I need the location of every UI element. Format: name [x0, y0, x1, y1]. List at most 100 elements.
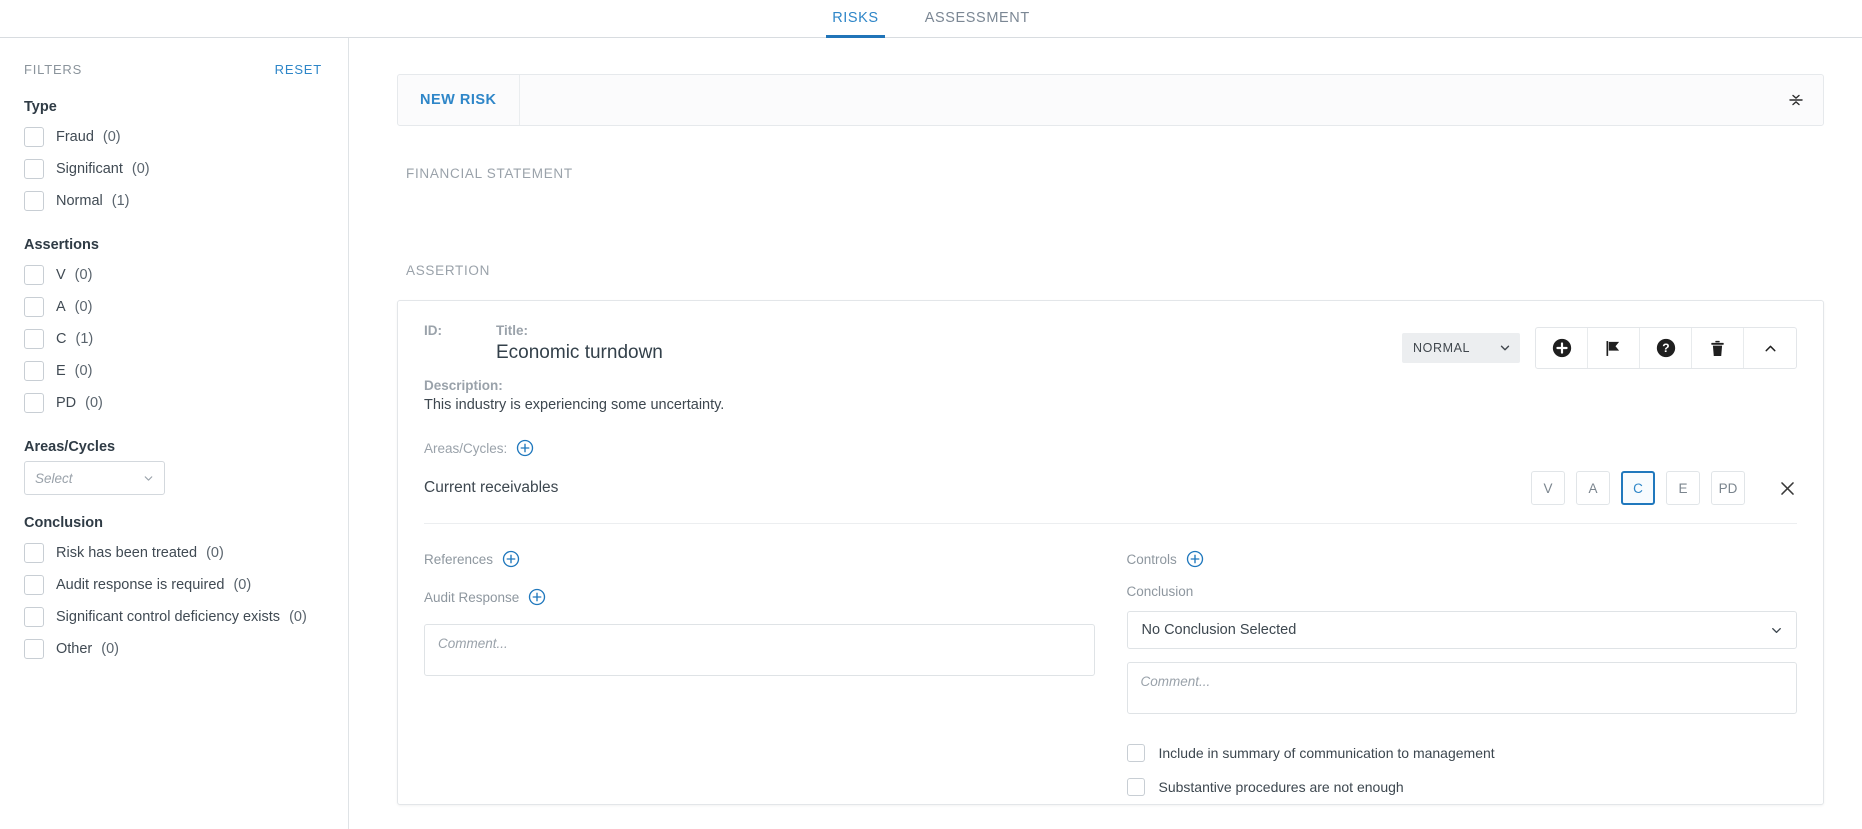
checkbox-icon[interactable]	[24, 265, 44, 285]
flag-icon[interactable]	[1588, 328, 1640, 368]
tab-list: RISKS ASSESSMENT	[826, 10, 1036, 38]
assertion-toggle-a[interactable]: A	[1576, 471, 1610, 505]
areas-cycles-header: Areas/Cycles:	[424, 439, 1797, 457]
areas-cycles-select[interactable]: Select	[24, 461, 165, 495]
filter-assertion-v[interactable]: V (0)	[24, 259, 322, 291]
filter-count: (0)	[85, 395, 103, 411]
assertion-toggle-c[interactable]: C	[1621, 471, 1655, 505]
reset-filters-button[interactable]: RESET	[275, 62, 322, 77]
filter-conclusion-other[interactable]: Other (0)	[24, 633, 322, 665]
checkbox-icon[interactable]	[24, 543, 44, 563]
filter-count: (0)	[289, 609, 307, 625]
assertion-toggle-pd[interactable]: PD	[1711, 471, 1745, 505]
add-control-icon[interactable]	[1186, 550, 1204, 568]
include-in-summary-checkbox-row[interactable]: Include in summary of communication to m…	[1126, 736, 1798, 770]
risk-id-label: ID:	[424, 323, 442, 338]
include-in-summary-label: Include in summary of communication to m…	[1158, 745, 1495, 761]
collapse-icon[interactable]	[1744, 328, 1796, 368]
risk-type-select[interactable]: NORMAL	[1402, 333, 1520, 363]
substantive-procedures-checkbox-row[interactable]: Substantive procedures are not enough	[1126, 770, 1798, 804]
checkbox-icon[interactable]	[24, 639, 44, 659]
risk-description-block: Description: This industry is experienci…	[424, 378, 1402, 413]
checkbox-icon[interactable]	[24, 191, 44, 211]
filter-label: E	[56, 363, 66, 379]
checkbox-icon[interactable]	[24, 575, 44, 595]
assertion-section-label: ASSERTION	[406, 263, 491, 278]
controls-label: Controls	[1126, 551, 1177, 567]
filters-header: FILTERS RESET	[24, 62, 322, 77]
audit-response-field-header: Audit Response	[424, 584, 1095, 610]
risk-title-value[interactable]: Economic turndown	[496, 342, 663, 363]
conclusion-comment-input[interactable]	[1126, 662, 1797, 714]
checkbox-icon[interactable]	[24, 297, 44, 317]
remove-area-cycle-icon[interactable]	[1778, 479, 1797, 498]
checkbox-icon[interactable]	[24, 159, 44, 179]
filter-type-normal[interactable]: Normal (1)	[24, 185, 322, 217]
filter-assertion-e[interactable]: E (0)	[24, 355, 322, 387]
filter-type-significant[interactable]: Significant (0)	[24, 153, 322, 185]
risk-left-column: References Audit Response	[424, 546, 1095, 804]
filter-conclusion-control-deficiency[interactable]: Significant control deficiency exists (0…	[24, 601, 322, 633]
risks-toolbar: NEW RISK	[397, 74, 1824, 126]
areas-cycles-label: Areas/Cycles:	[424, 440, 508, 456]
filter-label: Significant	[56, 161, 123, 177]
substantive-procedures-label: Substantive procedures are not enough	[1158, 779, 1404, 795]
filter-conclusion-audit-response[interactable]: Audit response is required (0)	[24, 569, 322, 601]
risk-description-value[interactable]: This industry is experiencing some uncer…	[424, 397, 1402, 413]
filter-group-areas: Areas/Cycles Select	[24, 439, 322, 495]
add-audit-response-icon[interactable]	[528, 588, 546, 606]
filter-assertion-a[interactable]: A (0)	[24, 291, 322, 323]
top-tab-bar: RISKS ASSESSMENT	[0, 0, 1862, 38]
filter-label: A	[56, 299, 66, 315]
filter-type-fraud[interactable]: Fraud (0)	[24, 121, 322, 153]
collapse-all-icon[interactable]	[1769, 75, 1823, 125]
assertion-toggle-group: V A C E PD	[1531, 471, 1797, 505]
chevron-down-icon	[1498, 341, 1512, 355]
audit-response-label: Audit Response	[424, 589, 520, 605]
assertion-toggle-v[interactable]: V	[1531, 471, 1565, 505]
add-area-cycle-icon[interactable]	[516, 439, 534, 457]
filter-label: Risk has been treated	[56, 545, 198, 561]
conclusion-select[interactable]: No Conclusion Selected	[1126, 611, 1797, 649]
chevron-down-icon	[142, 472, 155, 485]
checkbox-icon[interactable]	[24, 393, 44, 413]
add-icon[interactable]	[1536, 328, 1588, 368]
filter-assertion-c[interactable]: C (1)	[24, 323, 322, 355]
filter-group-type: Type Fraud (0) Significant (0) Normal (1…	[24, 99, 322, 217]
checkbox-icon[interactable]	[24, 127, 44, 147]
checkbox-icon[interactable]	[24, 361, 44, 381]
svg-text:?: ?	[1662, 341, 1669, 355]
risk-action-icon-group: ?	[1535, 327, 1797, 369]
new-risk-button[interactable]: NEW RISK	[398, 75, 520, 125]
filter-group-title: Type	[24, 99, 57, 115]
references-field-header: References	[424, 546, 1095, 572]
risk-card: ID: Title: Economic turndown Description…	[397, 300, 1824, 805]
assertion-toggle-e[interactable]: E	[1666, 471, 1700, 505]
risk-card-actions: NORMAL ?	[1402, 323, 1797, 369]
filter-count: (0)	[74, 267, 93, 283]
chevron-down-icon	[1769, 623, 1784, 638]
filter-assertion-pd[interactable]: PD (0)	[24, 387, 322, 419]
filter-conclusion-risk-treated[interactable]: Risk has been treated (0)	[24, 537, 322, 569]
checkbox-icon[interactable]	[24, 329, 44, 349]
risk-title-block: Title: Economic turndown	[496, 323, 663, 364]
tab-risks[interactable]: RISKS	[826, 10, 885, 38]
delete-icon[interactable]	[1692, 328, 1744, 368]
checkbox-icon[interactable]	[1126, 744, 1145, 762]
risk-card-meta: ID: Title: Economic turndown Description…	[424, 323, 1402, 413]
conclusion-selected-value: No Conclusion Selected	[1141, 622, 1297, 638]
audit-response-comment-input[interactable]	[424, 624, 1095, 676]
filter-group-conclusion: Conclusion Risk has been treated (0) Aud…	[24, 515, 322, 665]
help-icon[interactable]: ?	[1640, 328, 1692, 368]
checkbox-icon[interactable]	[24, 607, 44, 627]
conclusion-checkbox-group: Include in summary of communication to m…	[1126, 736, 1798, 804]
filter-count: (1)	[75, 331, 94, 347]
tab-assessment[interactable]: ASSESSMENT	[919, 10, 1036, 38]
filter-label: Significant control deficiency exists	[56, 609, 281, 625]
checkbox-icon[interactable]	[1126, 778, 1145, 796]
risk-card-header: ID: Title: Economic turndown Description…	[424, 323, 1797, 413]
financial-statement-label: FINANCIAL STATEMENT	[406, 166, 573, 181]
add-reference-icon[interactable]	[502, 550, 520, 568]
risk-type-value: NORMAL	[1413, 341, 1471, 355]
